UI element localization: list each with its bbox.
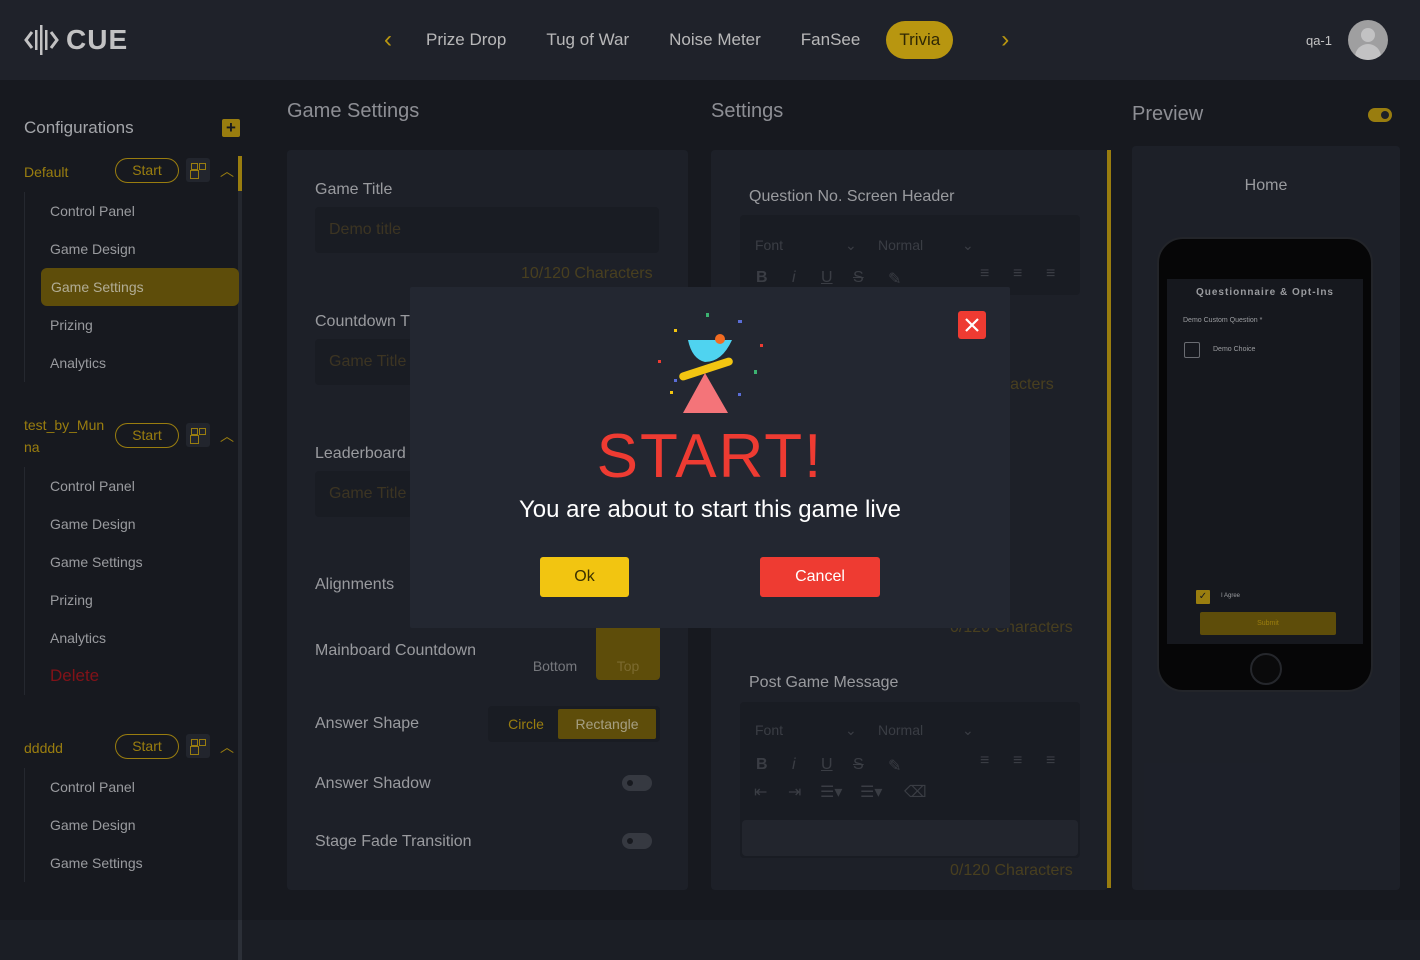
close-icon[interactable] xyxy=(958,311,986,339)
cancel-button[interactable]: Cancel xyxy=(760,557,880,597)
celebration-icon xyxy=(658,313,763,413)
ok-button[interactable]: Ok xyxy=(540,557,629,597)
modal-subtitle: You are about to start this game live xyxy=(518,496,901,523)
start-game-modal: START! You are about to start this game … xyxy=(410,287,1010,628)
modal-title: START! xyxy=(596,422,824,491)
